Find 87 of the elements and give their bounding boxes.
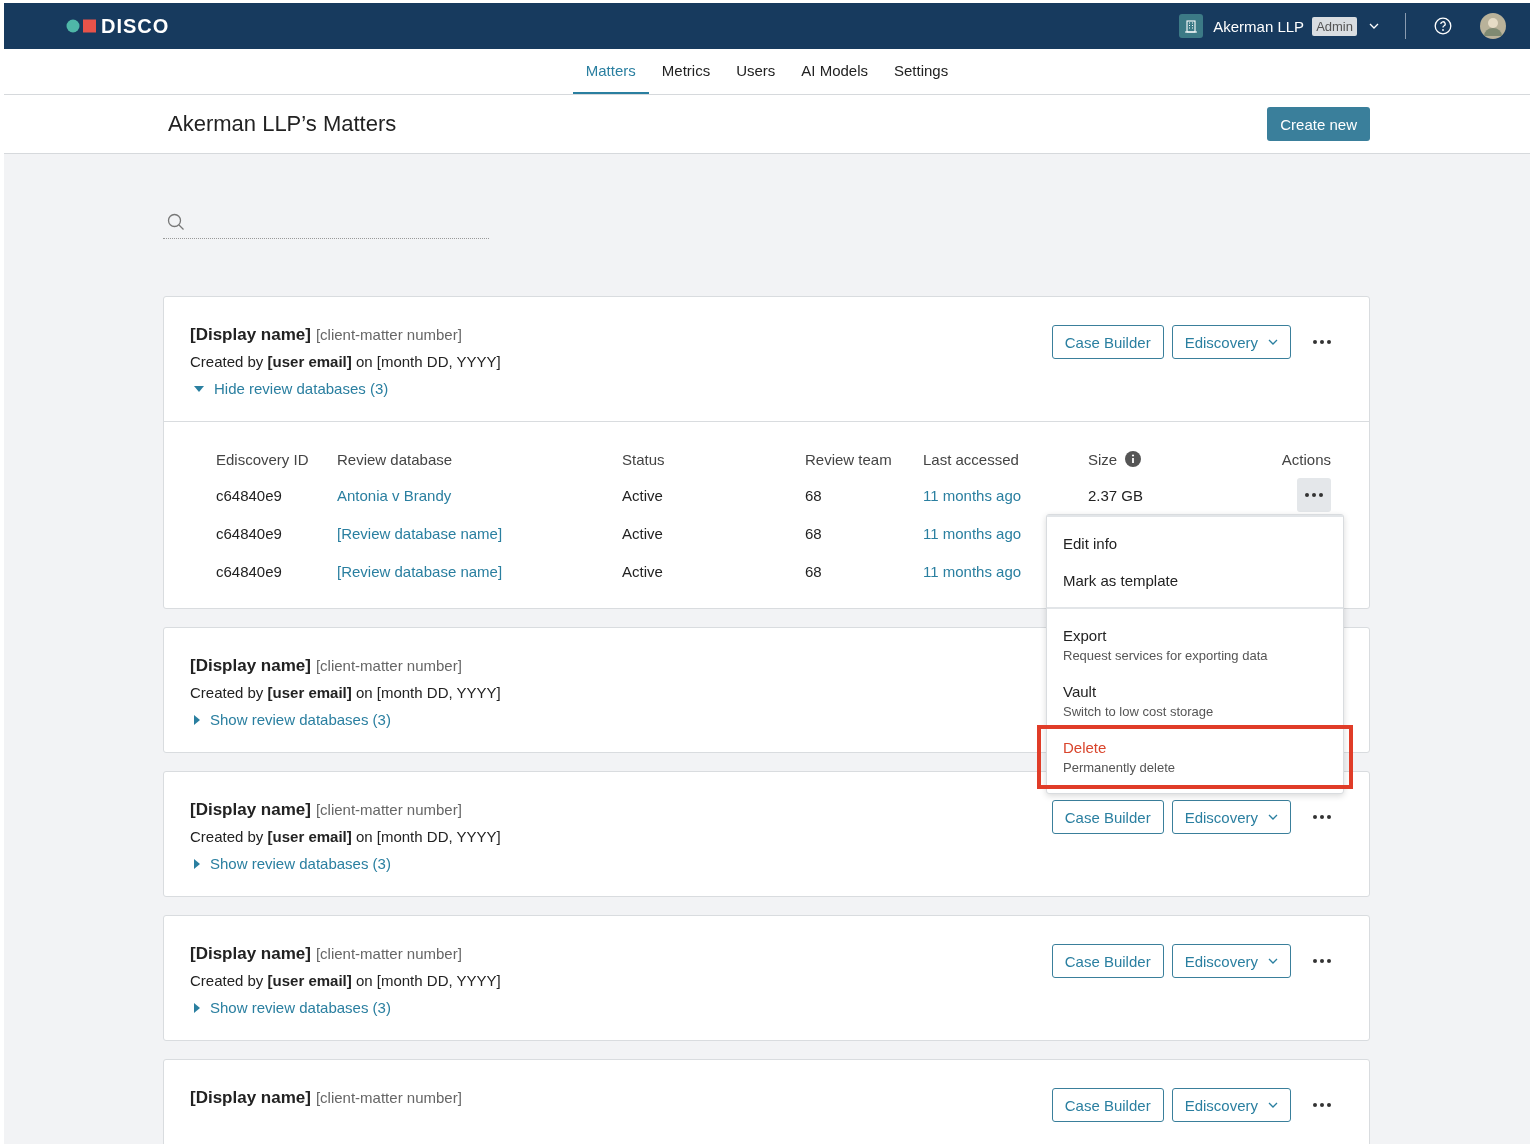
table-link[interactable]: 11 months ago — [923, 562, 1022, 580]
matter-name: [Display name] — [190, 325, 311, 345]
review-databases-toggle[interactable]: Show review databases (3) — [190, 853, 391, 872]
menu-item[interactable]: Vault Switch to low cost storage — [1047, 673, 1343, 729]
review-databases-toggle[interactable]: Show review databases (3) — [190, 709, 391, 728]
menu-item-description: Request services for exporting data — [1063, 648, 1269, 663]
nav-tab[interactable]: Metrics — [648, 49, 724, 94]
help-icon[interactable] — [1434, 17, 1452, 35]
table-link[interactable]: Antonia v Brandy — [337, 486, 452, 504]
menu-item[interactable]: Mark as template — [1047, 562, 1343, 599]
case-builder-button[interactable]: Case Builder — [1051, 325, 1164, 359]
create-new-button[interactable]: Create new — [1267, 107, 1370, 141]
created-by-text: Created by [user email] on [month DD, YYYY] — [190, 353, 501, 370]
ediscovery-dropdown[interactable]: Ediscovery — [1171, 1088, 1291, 1122]
menu-item[interactable]: Edit info — [1047, 525, 1343, 562]
role-badge: Admin — [1312, 16, 1357, 36]
avatar[interactable] — [1480, 13, 1506, 39]
column-header: Size — [1088, 450, 1118, 468]
client-matter-number: [client-matter number] — [315, 801, 462, 818]
table-cell: c64840e9 — [216, 562, 282, 580]
created-by-text: Created by [user email] on [month DD, YYYY] — [190, 828, 501, 845]
more-icon — [1312, 814, 1332, 820]
chevron-down-icon — [1268, 958, 1278, 964]
table-cell: Active — [622, 562, 663, 580]
row-actions-button[interactable] — [1297, 478, 1331, 512]
column-header: Review database — [337, 450, 453, 468]
chevron-down-icon — [1268, 814, 1278, 820]
more-icon — [1312, 958, 1332, 964]
search-icon — [167, 213, 185, 231]
table-link[interactable]: [Review database name] — [337, 562, 503, 580]
client-matter-number: [client-matter number] — [315, 657, 462, 674]
menu-item[interactable]: Export Request services for exporting data — [1047, 617, 1343, 673]
client-matter-number: [client-matter number] — [315, 326, 462, 343]
review-databases-toggle[interactable]: Hide review databases (3) — [190, 378, 389, 397]
matter-name: [Display name] — [190, 1088, 311, 1108]
table-cell: c64840e9 — [216, 524, 282, 542]
table-cell: 2.37 GB — [1088, 486, 1144, 504]
chevron-down-icon — [1268, 339, 1278, 345]
page-title: Akerman LLP’s Matters — [168, 111, 397, 137]
ediscovery-dropdown[interactable]: Ediscovery — [1171, 800, 1291, 834]
matter-name: [Display name] — [190, 800, 311, 820]
chevron-down-icon — [1268, 1102, 1278, 1108]
table-link[interactable]: [Review database name] — [337, 524, 503, 542]
case-builder-button[interactable]: Case Builder — [1051, 944, 1164, 978]
case-builder-button[interactable]: Case Builder — [1051, 800, 1164, 834]
column-header: Review team — [805, 450, 892, 468]
ediscovery-dropdown[interactable]: Ediscovery — [1171, 944, 1291, 978]
logo[interactable]: DISCO — [66, 14, 170, 38]
nav-tab[interactable]: Users — [723, 49, 789, 94]
created-by-text: Created by [user email] on [month DD, YYYY] — [190, 684, 501, 701]
more-icon — [1312, 1102, 1332, 1108]
ediscovery-dropdown[interactable]: Ediscovery — [1171, 325, 1291, 359]
caret-down-icon — [194, 385, 204, 392]
table-cell: Active — [622, 486, 663, 504]
caret-right-icon — [194, 1002, 200, 1013]
info-icon — [1125, 451, 1142, 467]
organization-name: Akerman LLP — [1213, 17, 1305, 35]
column-header: Ediscovery ID — [216, 450, 309, 468]
table-cell: 68 — [805, 562, 822, 580]
table-link[interactable]: 11 months ago — [923, 486, 1022, 504]
created-by-text: Created by [user email] on [month DD, YYYY] — [190, 972, 501, 989]
client-matter-number: [client-matter number] — [315, 1089, 462, 1106]
table-cell: 68 — [805, 486, 822, 504]
table-link[interactable]: 11 months ago — [923, 524, 1022, 542]
matter-name: [Display name] — [190, 656, 311, 676]
dropdown-button[interactable] — [1369, 23, 1379, 29]
more-icon — [1312, 339, 1332, 345]
menu-item-description: Permanently delete — [1063, 760, 1176, 775]
review-databases-toggle[interactable]: Show review databases (3) — [190, 997, 391, 1016]
more-icon — [1304, 492, 1324, 498]
column-header: Status — [622, 450, 665, 468]
matter-name: [Display name] — [190, 944, 311, 964]
menu-item[interactable]: Delete Permanently delete — [1041, 729, 1349, 785]
column-header: Actions — [1281, 450, 1331, 468]
caret-right-icon — [194, 714, 200, 725]
building-icon — [1179, 14, 1204, 38]
table-cell: c64840e9 — [216, 486, 282, 504]
nav-tab[interactable]: Settings — [881, 49, 962, 94]
table-cell: Active — [622, 524, 663, 542]
case-builder-button[interactable]: Case Builder — [1051, 1088, 1164, 1122]
chevron-down-icon — [1369, 23, 1379, 29]
nav-tab[interactable]: AI Models — [788, 49, 881, 94]
column-header: Last accessed — [923, 450, 1019, 468]
menu-item-description: Switch to low cost storage — [1063, 704, 1215, 719]
caret-right-icon — [194, 858, 200, 869]
table-cell: 68 — [805, 524, 822, 542]
client-matter-number: [client-matter number] — [315, 945, 462, 962]
